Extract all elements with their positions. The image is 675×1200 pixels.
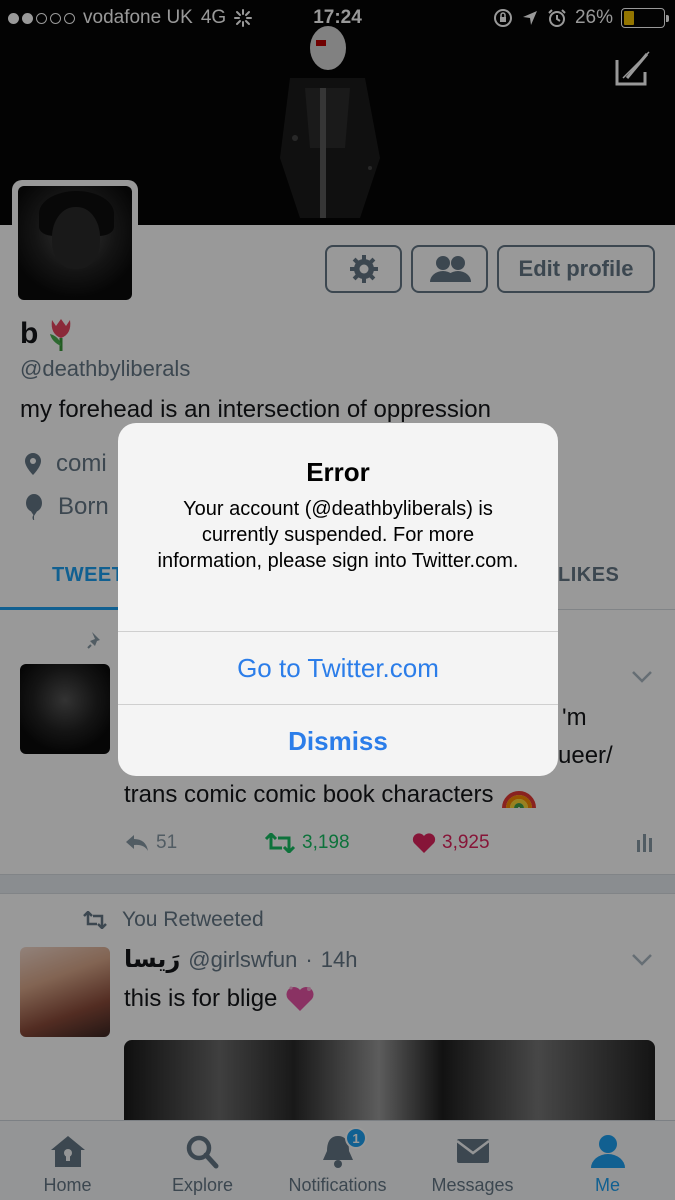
alert-title: Error xyxy=(306,457,370,487)
error-alert-dialog: Error Your account (@deathbyliberals) is… xyxy=(118,423,558,776)
dismiss-button[interactable]: Dismiss xyxy=(118,705,558,776)
go-to-twitter-button[interactable]: Go to Twitter.com xyxy=(118,632,558,704)
alert-message: Your account (@deathbyliberals) is curre… xyxy=(157,498,519,572)
